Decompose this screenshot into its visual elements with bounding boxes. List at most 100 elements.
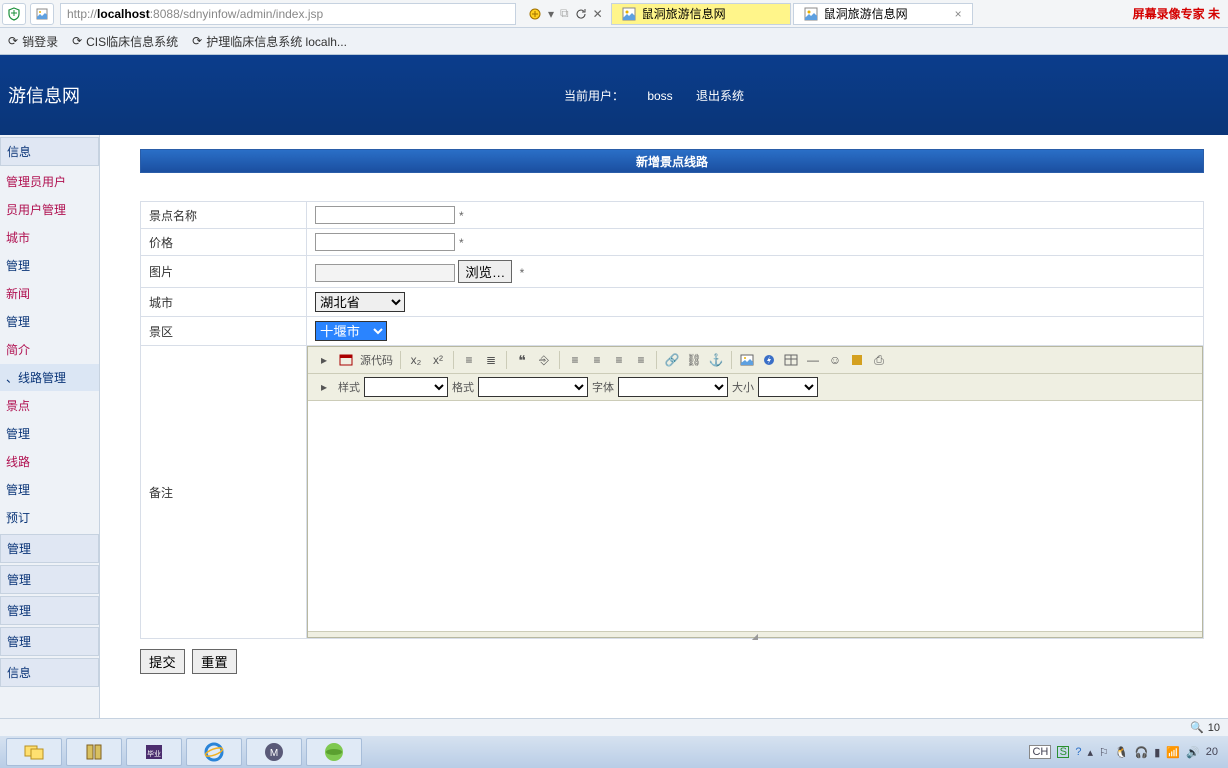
font-label: 字体	[592, 379, 614, 395]
specialchar-icon[interactable]	[847, 350, 867, 370]
tray-icon[interactable]: S	[1057, 746, 1069, 758]
browser-statusbar: 🔍 10	[0, 718, 1228, 736]
sup-icon[interactable]: x²	[428, 350, 448, 370]
stop-icon[interactable]: ✕	[593, 7, 603, 21]
anchor-icon[interactable]: ⚓	[706, 350, 726, 370]
ul-icon[interactable]: ≣	[481, 350, 501, 370]
sidebar-item[interactable]: 管理	[0, 308, 99, 336]
tray-penguin-icon[interactable]: 🐧	[1115, 746, 1129, 759]
fav-item[interactable]: ⟳护理临床信息系统 localh...	[192, 33, 347, 50]
sidebar-item[interactable]: 城市	[0, 224, 99, 252]
browse-button[interactable]: 浏览…	[458, 260, 512, 283]
task-item[interactable]: 毕业	[126, 738, 182, 766]
price-input[interactable]	[315, 233, 455, 251]
sidebar-item[interactable]: 管理	[0, 534, 99, 563]
sidebar-item[interactable]: 、线路管理	[0, 364, 99, 392]
sidebar-item[interactable]: 管理员用户	[0, 168, 99, 196]
editor-resize-handle[interactable]: ◢	[308, 631, 1202, 637]
name-input[interactable]	[315, 206, 455, 224]
fav-item[interactable]: ⟳销登录	[8, 33, 58, 50]
dropdown-icon[interactable]: ▾	[548, 7, 554, 21]
align-right-icon[interactable]: ≡	[609, 350, 629, 370]
zoom-icon[interactable]: 🔍	[1190, 721, 1204, 734]
tray-headset-icon[interactable]: 🎧	[1135, 746, 1149, 759]
tray-wifi-icon[interactable]: ▮	[1154, 746, 1160, 759]
favorites-row: ⟳销登录 ⟳CIS临床信息系统 ⟳护理临床信息系统 localh...	[0, 28, 1228, 54]
collapse-icon[interactable]: ▸	[314, 350, 334, 370]
sidebar-item[interactable]: 管理	[0, 627, 99, 656]
sidebar-item[interactable]: 简介	[0, 336, 99, 364]
task-item[interactable]	[66, 738, 122, 766]
task-item[interactable]: M	[246, 738, 302, 766]
font-select[interactable]	[618, 377, 728, 397]
table-icon[interactable]	[781, 350, 801, 370]
link-icon[interactable]: 🔗	[662, 350, 682, 370]
sidebar-item[interactable]: 新闻	[0, 280, 99, 308]
form-table: 景点名称 * 价格 * 图片 浏览… * 城市 湖北省 景区	[140, 201, 1204, 639]
style-label: 样式	[338, 379, 360, 395]
ime-indicator[interactable]: CH	[1029, 745, 1051, 759]
smiley-icon[interactable]: ☺	[825, 350, 845, 370]
collapse-icon[interactable]: ▸	[314, 377, 334, 397]
flash-icon[interactable]	[759, 350, 779, 370]
label-image: 图片	[141, 256, 307, 288]
source-label[interactable]: 源代码	[360, 352, 393, 368]
source-icon[interactable]	[336, 350, 356, 370]
tray-help-icon[interactable]: ?	[1075, 746, 1081, 758]
reset-button[interactable]: 重置	[192, 649, 237, 674]
fav-item[interactable]: ⟳CIS临床信息系统	[72, 33, 178, 50]
tray-arrow-icon[interactable]: ▴	[1087, 746, 1093, 759]
style-select[interactable]	[364, 377, 448, 397]
pagebreak-icon[interactable]: ⎙	[869, 350, 889, 370]
city-select[interactable]: 湖北省	[315, 292, 405, 312]
image-icon[interactable]	[737, 350, 757, 370]
rss-icon[interactable]: ⧉	[560, 6, 569, 21]
label-scenic: 景区	[141, 317, 307, 346]
align-left-icon[interactable]: ≡	[565, 350, 585, 370]
sidebar-item[interactable]: 管理	[0, 565, 99, 594]
compat-icon[interactable]	[528, 7, 542, 21]
sidebar-item[interactable]: 信息	[0, 137, 99, 166]
refresh-icon[interactable]	[575, 8, 587, 20]
panel-title: 新增景点线路	[140, 149, 1204, 173]
sidebar-item[interactable]: 管理	[0, 420, 99, 448]
sidebar-item[interactable]: 信息	[0, 658, 99, 687]
logout-link[interactable]: 退出系统	[696, 89, 744, 103]
editor-content[interactable]	[308, 401, 1202, 631]
align-justify-icon[interactable]: ≡	[631, 350, 651, 370]
tray-signal-icon[interactable]: 📶	[1166, 746, 1180, 759]
submit-button[interactable]: 提交	[140, 649, 185, 674]
format-select[interactable]	[478, 377, 588, 397]
shield-icon[interactable]	[2, 3, 26, 25]
tray-sound-icon[interactable]: 🔊	[1186, 746, 1200, 759]
browser-tab[interactable]: 鼠洞旅游信息网 ×	[793, 3, 973, 25]
clock[interactable]: 20	[1206, 746, 1218, 758]
div-icon[interactable]: ⎆	[534, 350, 554, 370]
align-center-icon[interactable]: ≡	[587, 350, 607, 370]
hr-icon[interactable]: —	[803, 350, 823, 370]
image-path-input[interactable]	[315, 264, 455, 282]
task-item[interactable]	[306, 738, 362, 766]
sidebar-item[interactable]: 预订	[0, 504, 99, 532]
scenic-select[interactable]: 十堰市	[315, 321, 387, 341]
browser-chrome: http://localhost:8088/sdnyinfow/admin/in…	[0, 0, 1228, 55]
task-item[interactable]	[6, 738, 62, 766]
sub-icon[interactable]: x₂	[406, 350, 426, 370]
quote-icon[interactable]: ❝	[512, 350, 532, 370]
close-icon[interactable]: ×	[955, 7, 962, 21]
sidebar-item[interactable]: 景点	[0, 392, 99, 420]
sidebar-item[interactable]: 管理	[0, 596, 99, 625]
sidebar-item[interactable]: 员用户管理	[0, 196, 99, 224]
browser-tab[interactable]: 鼠洞旅游信息网	[611, 3, 791, 25]
address-bar[interactable]: http://localhost:8088/sdnyinfow/admin/in…	[60, 3, 516, 25]
page-icon[interactable]	[30, 3, 54, 25]
sidebar-item[interactable]: 管理	[0, 252, 99, 280]
tray-flag-icon[interactable]: ⚐	[1099, 746, 1109, 759]
sidebar-item[interactable]: 线路	[0, 448, 99, 476]
size-select[interactable]	[758, 377, 818, 397]
ol-icon[interactable]: ≡	[459, 350, 479, 370]
unlink-icon[interactable]: ⛓	[684, 350, 704, 370]
svg-text:M: M	[270, 748, 278, 759]
sidebar-item[interactable]: 管理	[0, 476, 99, 504]
task-item-ie[interactable]	[186, 738, 242, 766]
